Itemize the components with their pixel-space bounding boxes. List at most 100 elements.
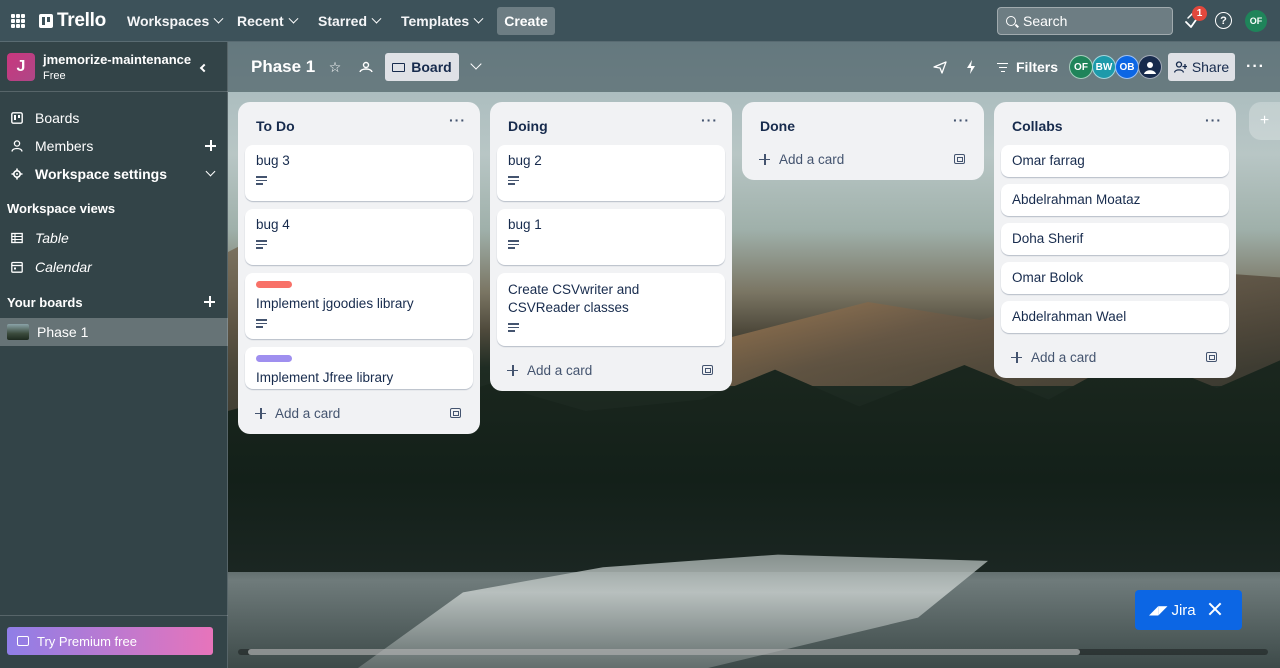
try-premium-button[interactable]: Try Premium free	[7, 627, 213, 655]
premium-icon	[17, 636, 29, 646]
add-member-icon[interactable]	[205, 140, 216, 151]
jira-widget[interactable]: ◢◤ Jira	[1135, 590, 1242, 630]
starred-menu[interactable]: Starred	[312, 8, 386, 34]
card[interactable]: bug 4	[245, 209, 473, 265]
add-card-button[interactable]: Add a card	[245, 399, 473, 427]
card-template-icon[interactable]	[450, 408, 461, 418]
add-list-button[interactable]: +	[1249, 102, 1280, 140]
send-icon[interactable]	[932, 59, 948, 75]
list-menu-button[interactable]: ···	[953, 112, 970, 128]
sidebar-item-label: Boards	[35, 110, 80, 126]
sidebar-item-members[interactable]: Members	[0, 132, 228, 160]
chevron-down-icon	[213, 13, 224, 24]
workspaces-menu[interactable]: Workspaces	[121, 8, 228, 34]
recent-menu[interactable]: Recent	[231, 8, 303, 34]
star-icon[interactable]: ☆	[327, 59, 343, 75]
add-card-button[interactable]: Add a card	[497, 356, 725, 384]
card[interactable]: bug 3	[245, 145, 473, 201]
board-view-button[interactable]: Board	[385, 53, 459, 81]
card-title: bug 3	[256, 153, 290, 168]
chevron-down-icon[interactable]	[470, 58, 482, 70]
sidebar-board-phase-1[interactable]: Phase 1	[0, 318, 228, 346]
horizontal-scrollbar[interactable]	[238, 647, 1268, 655]
sidebar-board-label: Phase 1	[37, 324, 89, 340]
member-avatar-default[interactable]	[1138, 55, 1162, 79]
visibility-icon[interactable]	[358, 59, 374, 75]
chevron-down-icon	[371, 13, 382, 24]
card-title: Omar Bolok	[1012, 270, 1084, 285]
sidebar-item-table[interactable]: Table	[0, 224, 228, 252]
sidebar-item-calendar[interactable]: Calendar	[0, 253, 228, 281]
list-title[interactable]: To Do	[256, 118, 295, 134]
scroll-thumb[interactable]	[248, 649, 1080, 655]
workspace-name[interactable]: jmemorize-maintenance	[43, 52, 191, 67]
member-avatar[interactable]: BW	[1092, 55, 1116, 79]
sidebar-item-workspace-settings[interactable]: Workspace settings	[0, 160, 228, 188]
plus-icon	[1011, 351, 1022, 363]
add-card-button[interactable]: Add a card	[749, 145, 977, 173]
list-menu-button[interactable]: ···	[449, 112, 466, 128]
add-card-label: Add a card	[527, 362, 593, 378]
card-template-icon[interactable]	[1206, 352, 1217, 362]
board-menu-button[interactable]: ···	[1246, 58, 1265, 76]
list-done: Done ··· Add a card	[742, 102, 984, 180]
plus-icon	[759, 153, 770, 165]
plus-icon	[255, 407, 266, 419]
list-menu-button[interactable]: ···	[701, 112, 718, 128]
card-title: Create CSVwriter and CSVReader classes	[508, 282, 640, 315]
list-title[interactable]: Done	[760, 118, 795, 134]
card[interactable]: Doha Sherif	[1001, 223, 1229, 255]
list-doing: Doing ··· bug 2 bug 1 Create CSVwriter a…	[490, 102, 732, 391]
add-card-label: Add a card	[779, 151, 845, 167]
workspace-avatar[interactable]: J	[7, 53, 35, 81]
create-button[interactable]: Create	[497, 7, 555, 35]
card[interactable]: Omar farrag	[1001, 145, 1229, 177]
card[interactable]: bug 2	[497, 145, 725, 201]
board-title[interactable]: Phase 1	[251, 57, 315, 77]
person-icon	[1144, 62, 1156, 74]
card-title: Doha Sherif	[1012, 231, 1084, 246]
apps-grid-icon[interactable]	[11, 14, 25, 28]
card-title: Omar farrag	[1012, 153, 1085, 168]
filters-button[interactable]: Filters	[997, 59, 1058, 75]
card-title: Implement Jfree library	[256, 370, 394, 385]
search-input[interactable]: Search	[997, 7, 1173, 35]
member-avatar[interactable]: OB	[1115, 55, 1139, 79]
board-view-label: Board	[411, 59, 452, 75]
sidebar-item-label: Workspace settings	[35, 166, 168, 182]
member-avatar[interactable]: OF	[1069, 55, 1093, 79]
card-label-purple[interactable]	[256, 355, 292, 362]
templates-menu[interactable]: Templates	[395, 8, 488, 34]
list-menu-button[interactable]: ···	[1205, 112, 1222, 128]
close-icon[interactable]	[1208, 602, 1222, 616]
card[interactable]: Abdelrahman Moataz	[1001, 184, 1229, 216]
card[interactable]: Implement Jfree library	[245, 347, 473, 389]
share-button[interactable]: Share	[1168, 53, 1235, 81]
recent-menu-label: Recent	[237, 13, 284, 29]
sidebar-item-boards[interactable]: Boards	[0, 104, 228, 132]
card[interactable]: Implement jgoodies library	[245, 273, 473, 339]
card[interactable]: bug 1	[497, 209, 725, 265]
collapse-sidebar-button[interactable]	[192, 58, 212, 78]
card-template-icon[interactable]	[954, 154, 965, 164]
help-icon[interactable]: ?	[1215, 12, 1232, 29]
list-title[interactable]: Doing	[508, 118, 548, 134]
chevron-down-icon[interactable]	[205, 166, 216, 177]
card[interactable]: Create CSVwriter and CSVReader classes	[497, 273, 725, 346]
workspace-header: J jmemorize-maintenance Free	[0, 42, 228, 92]
add-board-icon[interactable]	[204, 296, 215, 307]
card[interactable]: Abdelrahman Wael	[1001, 301, 1229, 333]
add-card-label: Add a card	[275, 405, 341, 421]
list-title[interactable]: Collabs	[1012, 118, 1063, 134]
automation-bolt-icon[interactable]	[963, 59, 979, 75]
card-label-red[interactable]	[256, 281, 292, 288]
card-template-icon[interactable]	[702, 365, 713, 375]
trello-logo[interactable]: Trello	[39, 10, 106, 32]
card[interactable]: Omar Bolok	[1001, 262, 1229, 294]
add-card-button[interactable]: Add a card	[1001, 343, 1229, 371]
try-premium-label: Try Premium free	[37, 633, 137, 649]
workspace-views-heading: Workspace views	[7, 201, 116, 216]
member-icon	[11, 140, 23, 152]
board-view-icon	[392, 62, 406, 72]
user-avatar[interactable]: OF	[1245, 10, 1267, 32]
